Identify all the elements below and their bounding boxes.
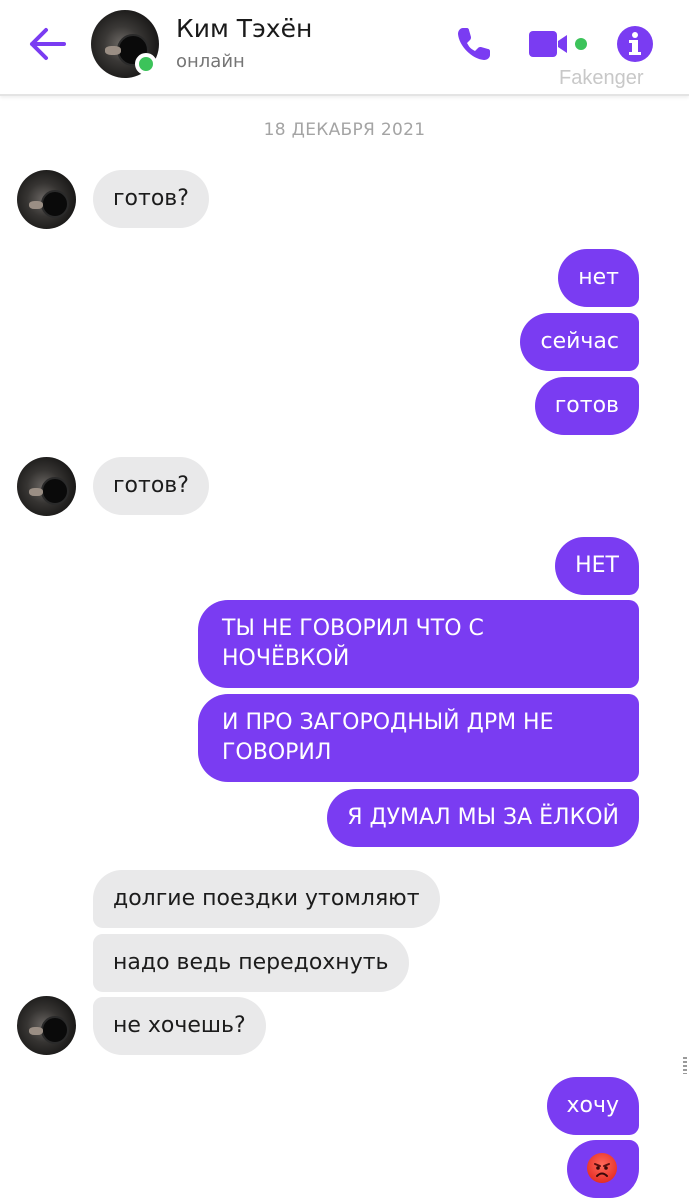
outgoing-message[interactable]: хочу [546, 1077, 639, 1135]
incoming-message[interactable]: надо ведь передохнуть [93, 934, 409, 992]
contact-name[interactable]: Ким Тэхён [176, 14, 312, 43]
watermark: Fakenger [559, 67, 644, 89]
incoming-message[interactable]: готов? [93, 457, 209, 515]
scrollbar[interactable] [683, 1057, 687, 1074]
contact-avatar-small[interactable] [17, 996, 76, 1055]
outgoing-message[interactable]: И ПРО ЗАГОРОДНЫЙ ДРМ НЕ ГОВОРИЛ [198, 694, 639, 782]
video-camera-icon[interactable] [527, 28, 591, 60]
incoming-message[interactable]: долгие поездки утомляют [93, 870, 440, 928]
info-icon[interactable] [616, 25, 654, 63]
outgoing-message[interactable]: ТЫ НЕ ГОВОРИЛ ЧТО С НОЧЁВКОЙ [198, 600, 639, 688]
outgoing-message[interactable]: готов [534, 377, 639, 435]
date-separator: 18 ДЕКАБРЯ 2021 [263, 120, 426, 140]
angry-face-icon [587, 1153, 617, 1183]
chat-header: Ким Тэхён онлайн Fakenger [0, 0, 689, 96]
outgoing-message[interactable]: нет [558, 249, 639, 307]
back-arrow-icon[interactable] [26, 24, 68, 64]
outgoing-message[interactable]: НЕТ [555, 537, 639, 595]
contact-status: онлайн [176, 51, 245, 72]
outgoing-message[interactable]: сейчас [520, 313, 639, 371]
contact-avatar-small[interactable] [17, 170, 76, 229]
outgoing-message[interactable]: Я ДУМАЛ МЫ ЗА ЁЛКОЙ [327, 789, 639, 847]
outgoing-emoji-message[interactable] [567, 1140, 639, 1198]
incoming-message[interactable]: не хочешь? [93, 997, 266, 1055]
incoming-message[interactable]: готов? [93, 170, 209, 228]
online-indicator [135, 53, 157, 75]
phone-icon[interactable] [454, 24, 494, 64]
contact-avatar-small[interactable] [17, 457, 76, 516]
